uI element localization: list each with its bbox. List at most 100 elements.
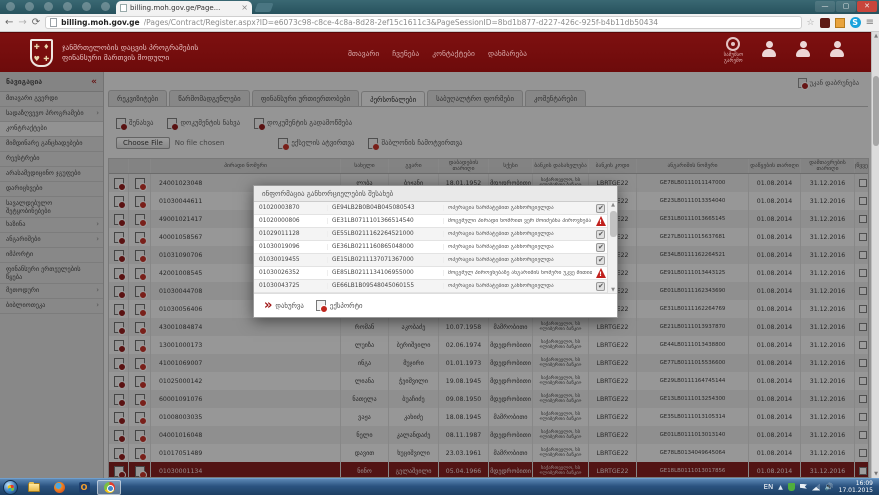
page-icon <box>50 18 57 27</box>
export-icon[interactable] <box>316 300 326 311</box>
personal-number: 01020003870 <box>254 205 328 211</box>
status-icon <box>596 256 605 265</box>
account-number: GE15LB0211137071367000 <box>328 257 444 263</box>
taskbar-explorer[interactable] <box>22 480 46 495</box>
browser-menu-icon[interactable]: ≡ <box>866 17 874 28</box>
address-bar[interactable]: billing.moh.gov.ge /Pages/Contract/Regis… <box>45 16 801 29</box>
taskbar-outlook[interactable]: O <box>72 480 96 495</box>
result-message: მოცემული პირადი ნომრით ვერ მოიძებნა პირო… <box>444 218 592 224</box>
scrollbar-thumb[interactable] <box>610 211 617 237</box>
import-result-dialog: ინფორმაცია განხორციელების შესახებ 010200… <box>253 185 618 318</box>
favicon <box>120 4 127 12</box>
result-message: ოპერაცია წარმატებით განხორციელდა <box>444 283 592 289</box>
background-icons <box>6 2 110 11</box>
extension-icon[interactable] <box>820 18 830 28</box>
tab-title: billing.moh.gov.ge/Page... <box>130 4 238 12</box>
account-number: GE36LB0211160865048000 <box>328 244 444 250</box>
users-icon[interactable] <box>795 41 811 59</box>
hidden-icons-arrow[interactable]: ▲ <box>778 484 783 491</box>
personal-number: 01029011128 <box>254 231 328 237</box>
page-scrollbar[interactable]: ▲ ▼ <box>871 32 879 478</box>
account-number: GE85LB0211134106955000 <box>328 270 444 276</box>
url-path: /Pages/Contract/Register.aspx?ID=e6073c9… <box>144 18 658 27</box>
personal-number: 01030043725 <box>254 283 328 289</box>
nav-link-home[interactable]: მთავარი <box>348 49 379 58</box>
taskbar-firefox[interactable] <box>47 480 71 495</box>
result-message: ოპერაცია წარმატებით განხორციელდა <box>444 205 592 211</box>
account-number: GE55LB0211162264521000 <box>328 231 444 237</box>
browser-tab-strip: billing.moh.gov.ge/Page... × — ▢ ✕ <box>0 0 879 14</box>
close-button[interactable]: დახურვა <box>275 302 303 310</box>
result-message: ოპერაცია წარმატებით განხორციელდა <box>444 244 592 250</box>
dialog-result-row: 01020000806 GE31LB0711101366514540 მოცემ… <box>254 215 617 228</box>
nav-link-help[interactable]: დახმარება <box>488 49 527 58</box>
result-message: მოცემულ პიროვნებაზე ანგარიშის ნომერი უკვ… <box>444 270 592 276</box>
dialog-result-row: 01030019096 GE36LB0211160865048000 ოპერა… <box>254 241 617 254</box>
status-icon <box>596 204 605 213</box>
workspace-button[interactable]: სამუშაო გარემო <box>724 37 743 64</box>
volume-icon[interactable]: 🔊 <box>825 483 834 491</box>
account-number: GE66LB1B09548045060155 <box>328 283 444 289</box>
user-icon[interactable] <box>761 41 777 59</box>
chrome-icon <box>104 482 115 493</box>
flag-icon[interactable] <box>800 484 807 491</box>
taskbar-clock[interactable]: 16:09 17.01.2015 <box>839 480 873 494</box>
header-nav: მთავარი ჩვენება კონტაქტები დახმარება <box>348 49 527 58</box>
status-icon <box>596 268 606 278</box>
dialog-scrollbar[interactable]: ▲ ▼ <box>607 202 617 293</box>
status-icon <box>596 216 606 226</box>
window-minimize-button[interactable]: — <box>815 1 835 12</box>
window-maximize-button[interactable]: ▢ <box>836 1 856 12</box>
status-icon <box>596 243 605 252</box>
explorer-icon <box>28 483 40 492</box>
outlook-icon: O <box>79 482 90 493</box>
dialog-result-row: 01029011128 GE55LB0211162264521000 ოპერა… <box>254 228 617 241</box>
workspace-icon <box>726 37 740 51</box>
windows-taskbar: O EN ▲ 🔊 16:09 17.01.2015 <box>0 478 879 495</box>
status-icon <box>596 230 605 239</box>
taskbar-chrome[interactable] <box>97 480 121 495</box>
dialog-result-row: 01030043725 GE66LB1B09548045060155 ოპერა… <box>254 280 617 293</box>
window-close-button[interactable]: ✕ <box>857 1 877 12</box>
firefox-icon <box>54 482 65 493</box>
site-header: ✚♦♥✚ ჯანმრთელობის დაცვის პროგრამების ფინ… <box>0 32 879 72</box>
profile-icon[interactable] <box>829 41 845 59</box>
account-number: GE94LB2B0B04B045080543 <box>328 205 444 211</box>
dialog-result-row: 01020003870 GE94LB2B0B04B045080543 ოპერა… <box>254 202 617 215</box>
site-title: ჯანმრთელობის დაცვის პროგრამების ფინანსურ… <box>62 43 198 63</box>
url-host: billing.moh.gov.ge <box>61 18 139 27</box>
scrollbar-thumb[interactable] <box>873 76 879 146</box>
tab-close-icon[interactable]: × <box>241 4 248 12</box>
export-button[interactable]: ექსპორტი <box>330 302 363 310</box>
browser-tab[interactable]: billing.moh.gov.ge/Page... × <box>116 1 252 14</box>
extension-icon[interactable] <box>835 18 845 28</box>
language-indicator[interactable]: EN <box>764 483 774 491</box>
forward-icon[interactable]: → <box>18 16 26 30</box>
start-button[interactable] <box>3 480 18 495</box>
personal-number: 01030019455 <box>254 257 328 263</box>
dialog-title: ინფორმაცია განხორციელების შესახებ <box>254 186 617 202</box>
browser-toolbar: ← → ⟳ billing.moh.gov.ge /Pages/Contract… <box>0 14 879 32</box>
dialog-result-row: 01030026352 GE85LB0211134106955000 მოცემ… <box>254 267 617 280</box>
back-icon[interactable]: ← <box>5 16 13 30</box>
personal-number: 01030019096 <box>254 244 328 250</box>
personal-number: 01020000806 <box>254 218 328 224</box>
result-message: ოპერაცია წარმატებით განხორციელდა <box>444 231 592 237</box>
status-icon <box>596 282 605 291</box>
account-number: GE31LB0711101366514540 <box>328 218 444 224</box>
dialog-result-row: 01030019455 GE15LB0211137071367000 ოპერა… <box>254 254 617 267</box>
reload-icon[interactable]: ⟳ <box>32 16 40 30</box>
nav-link-contacts[interactable]: კონტაქტები <box>432 49 475 58</box>
new-tab-button[interactable] <box>254 3 273 12</box>
ministry-logo-icon: ✚♦♥✚ <box>30 39 53 67</box>
nav-link-about[interactable]: ჩვენება <box>392 49 419 58</box>
network-icon[interactable] <box>812 484 820 491</box>
personal-number: 01030026352 <box>254 270 328 276</box>
result-message: ოპერაცია წარმატებით განხორციელდა <box>444 257 592 263</box>
action-center-icon[interactable] <box>788 483 795 491</box>
main-area: ნავიგაცია « მთავარი გვერდი › სადაზღვევო … <box>0 72 871 478</box>
continue-chevrons-icon[interactable]: » <box>264 300 271 312</box>
skype-icon[interactable]: S <box>850 17 861 28</box>
screen: billing.moh.gov.ge/Page... × — ▢ ✕ ← → ⟳… <box>0 0 879 495</box>
bookmark-star-icon[interactable]: ☆ <box>807 18 815 28</box>
